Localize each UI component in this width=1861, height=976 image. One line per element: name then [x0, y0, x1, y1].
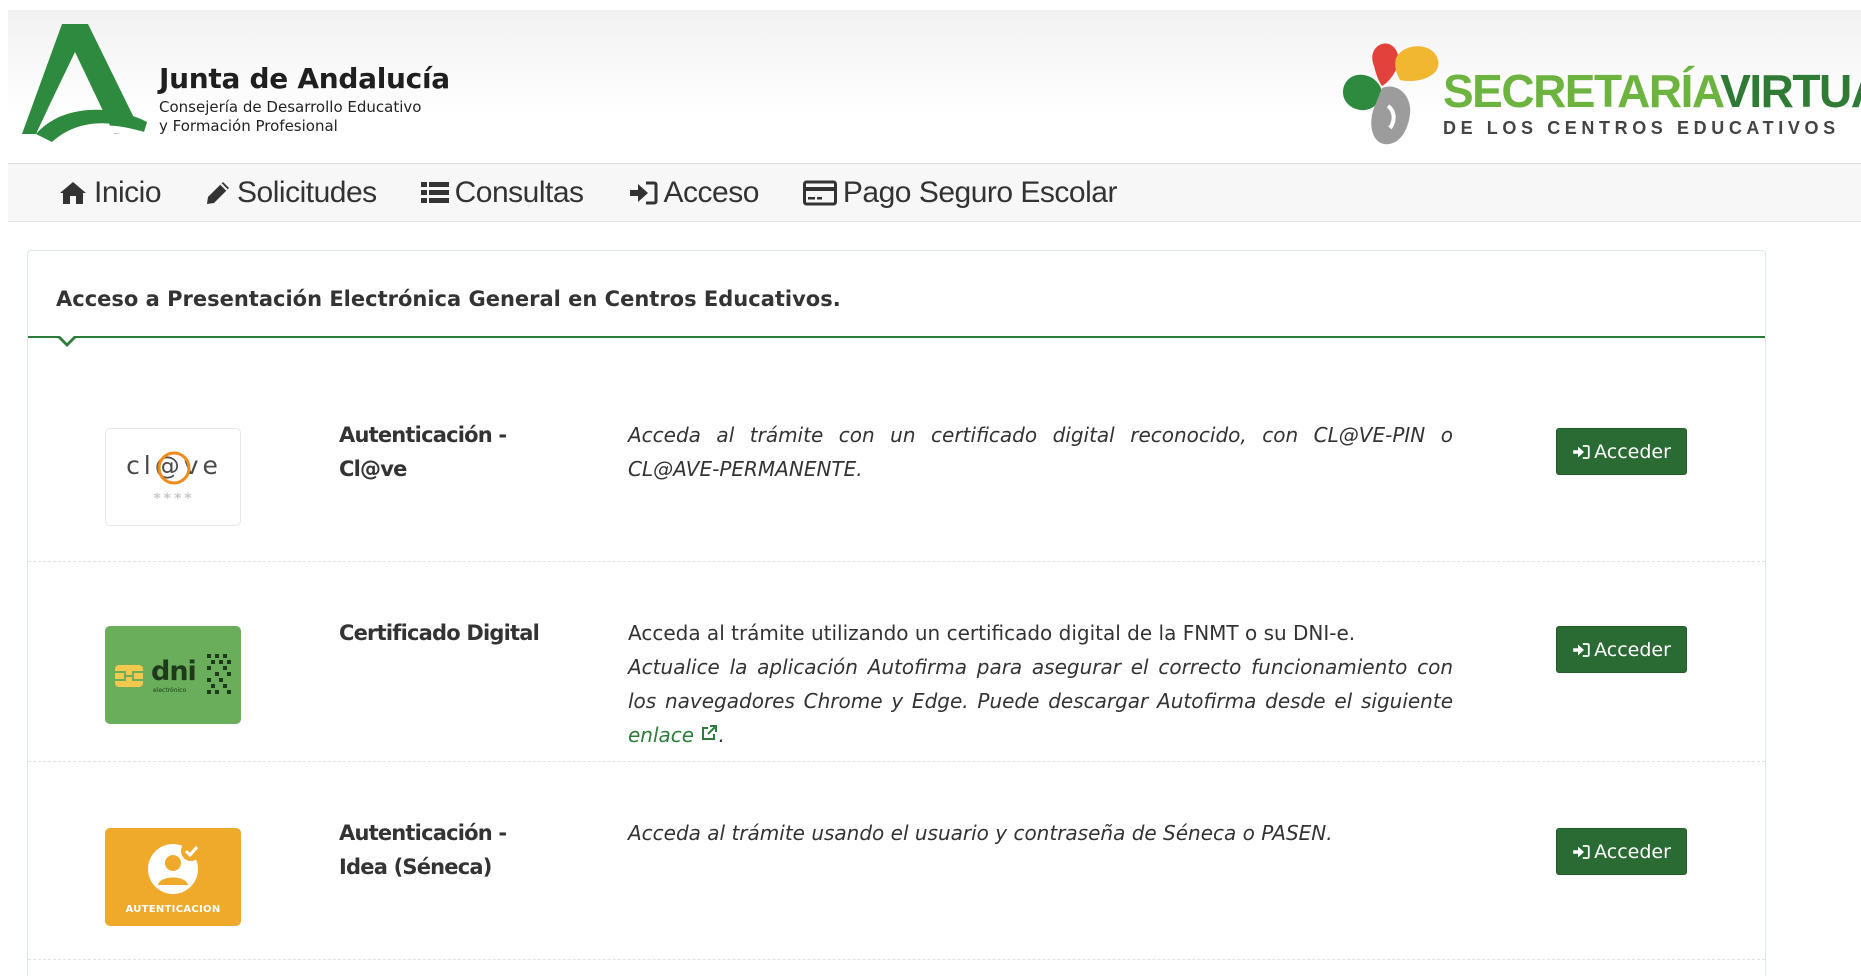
- dni-logo: dni electrónico: [105, 626, 241, 724]
- sv-title-b: VIRTUAL: [1720, 65, 1861, 117]
- sign-in-icon: [629, 181, 658, 204]
- external-link-icon: [702, 725, 718, 740]
- sv-subtitle: DE LOS CENTROS EDUCATIVOS: [1443, 118, 1840, 138]
- method-name: Autenticación - Idea (Séneca): [339, 821, 507, 879]
- dni-logo-text: dni: [151, 656, 197, 687]
- acceder-button-idea[interactable]: Acceder: [1556, 828, 1687, 875]
- main-nav: Inicio Solicitudes Consultas Acceso Pago…: [8, 164, 1861, 222]
- org-subtitle-1: Consejería de Desarrollo Educativo: [159, 98, 422, 116]
- nav-label: Acceso: [663, 175, 760, 209]
- auth-method-row-certificado: dni electrónico Certificado Digital Acce…: [28, 562, 1765, 762]
- clave-at-ring-icon: [157, 451, 191, 485]
- acceder-button-clave[interactable]: Acceder: [1556, 428, 1687, 475]
- desc-end: .: [718, 723, 725, 747]
- button-label: Acceder: [1594, 638, 1671, 661]
- site-header: Junta de Andalucía Consejería de Desarro…: [8, 10, 1861, 164]
- clave-logo-stars: ****: [153, 491, 195, 507]
- nav-item-acceso[interactable]: Acceso: [628, 176, 759, 210]
- sign-in-icon: [1573, 642, 1590, 657]
- method-description: Acceda al trámite con un certificado dig…: [628, 418, 1453, 486]
- method-description-text: Acceda al trámite usando el usuario y co…: [628, 821, 1333, 845]
- idea-logo-text: AUTENTICACION: [125, 904, 221, 915]
- acceder-button-certificado[interactable]: Acceder: [1556, 626, 1687, 673]
- pencil-icon: [207, 181, 230, 204]
- method-name: Autenticación - Cl@ve: [339, 423, 507, 481]
- user-check-icon: [148, 841, 201, 894]
- org-title: Junta de Andalucía: [159, 62, 450, 95]
- access-panel: Acceso a Presentación Electrónica Genera…: [27, 250, 1766, 976]
- credit-card-icon: [802, 180, 837, 205]
- panel-title: Acceso a Presentación Electrónica Genera…: [56, 287, 841, 311]
- chip-icon: [115, 665, 143, 687]
- auth-method-row-idea: AUTENTICACION Autenticación - Idea (Séne…: [28, 762, 1765, 960]
- dni-pattern-icon: [207, 654, 231, 694]
- nav-label: Pago Seguro Escolar: [842, 175, 1118, 209]
- org-subtitle-2: y Formación Profesional: [159, 117, 338, 135]
- method-description-plain: Acceda al trámite utilizando un certific…: [628, 621, 1356, 645]
- sv-title: SECRETARÍAVIRTUAL: [1443, 65, 1861, 117]
- nav-label: Inicio: [94, 175, 162, 209]
- link-text: enlace: [628, 723, 695, 747]
- page: Junta de Andalucía Consejería de Desarro…: [8, 10, 1861, 976]
- idea-logo: AUTENTICACION: [105, 828, 241, 926]
- method-description: Acceda al trámite utilizando un certific…: [628, 616, 1453, 752]
- nav-item-consultas[interactable]: Consultas: [420, 175, 584, 210]
- nav-label: Solicitudes: [237, 175, 377, 209]
- auth-method-row-clave: cl@ve **** Autenticación - Cl@ve Acceda …: [28, 340, 1765, 562]
- nav-item-solicitudes[interactable]: Solicitudes: [205, 176, 377, 210]
- nav-item-inicio[interactable]: Inicio: [58, 175, 162, 210]
- nav-item-pago-seguro-escolar[interactable]: Pago Seguro Escolar: [802, 175, 1118, 210]
- sign-in-icon: [1573, 444, 1590, 459]
- method-name: Certificado Digital: [339, 621, 540, 645]
- secretaria-virtual-logo-icon[interactable]: [1338, 36, 1450, 156]
- autofirma-link[interactable]: enlace: [628, 723, 718, 747]
- nav-label: Consultas: [454, 175, 584, 209]
- panel-header: Acceso a Presentación Electrónica Genera…: [28, 251, 1765, 347]
- secretaria-virtual-text: SECRETARÍAVIRTUAL DE LOS CENTROS EDUCATI…: [1443, 65, 1861, 139]
- sign-in-icon: [1573, 844, 1590, 859]
- sv-title-a: SECRETARÍA: [1443, 65, 1722, 117]
- button-label: Acceder: [1594, 840, 1671, 863]
- clave-logo: cl@ve ****: [105, 428, 241, 526]
- list-icon: [420, 181, 449, 203]
- org-name-block: Junta de Andalucía Consejería de Desarro…: [159, 62, 450, 136]
- method-description-italic: Actualice la aplicación Autofirma para a…: [628, 655, 1453, 713]
- dni-logo-sub: electrónico: [153, 687, 187, 694]
- method-description: Acceda al trámite usando el usuario y co…: [628, 816, 1453, 850]
- junta-andalucia-logo-icon[interactable]: [22, 24, 147, 147]
- home-icon: [60, 181, 86, 204]
- method-description-text: Acceda al trámite con un certificado dig…: [628, 423, 1453, 481]
- button-label: Acceder: [1594, 440, 1671, 463]
